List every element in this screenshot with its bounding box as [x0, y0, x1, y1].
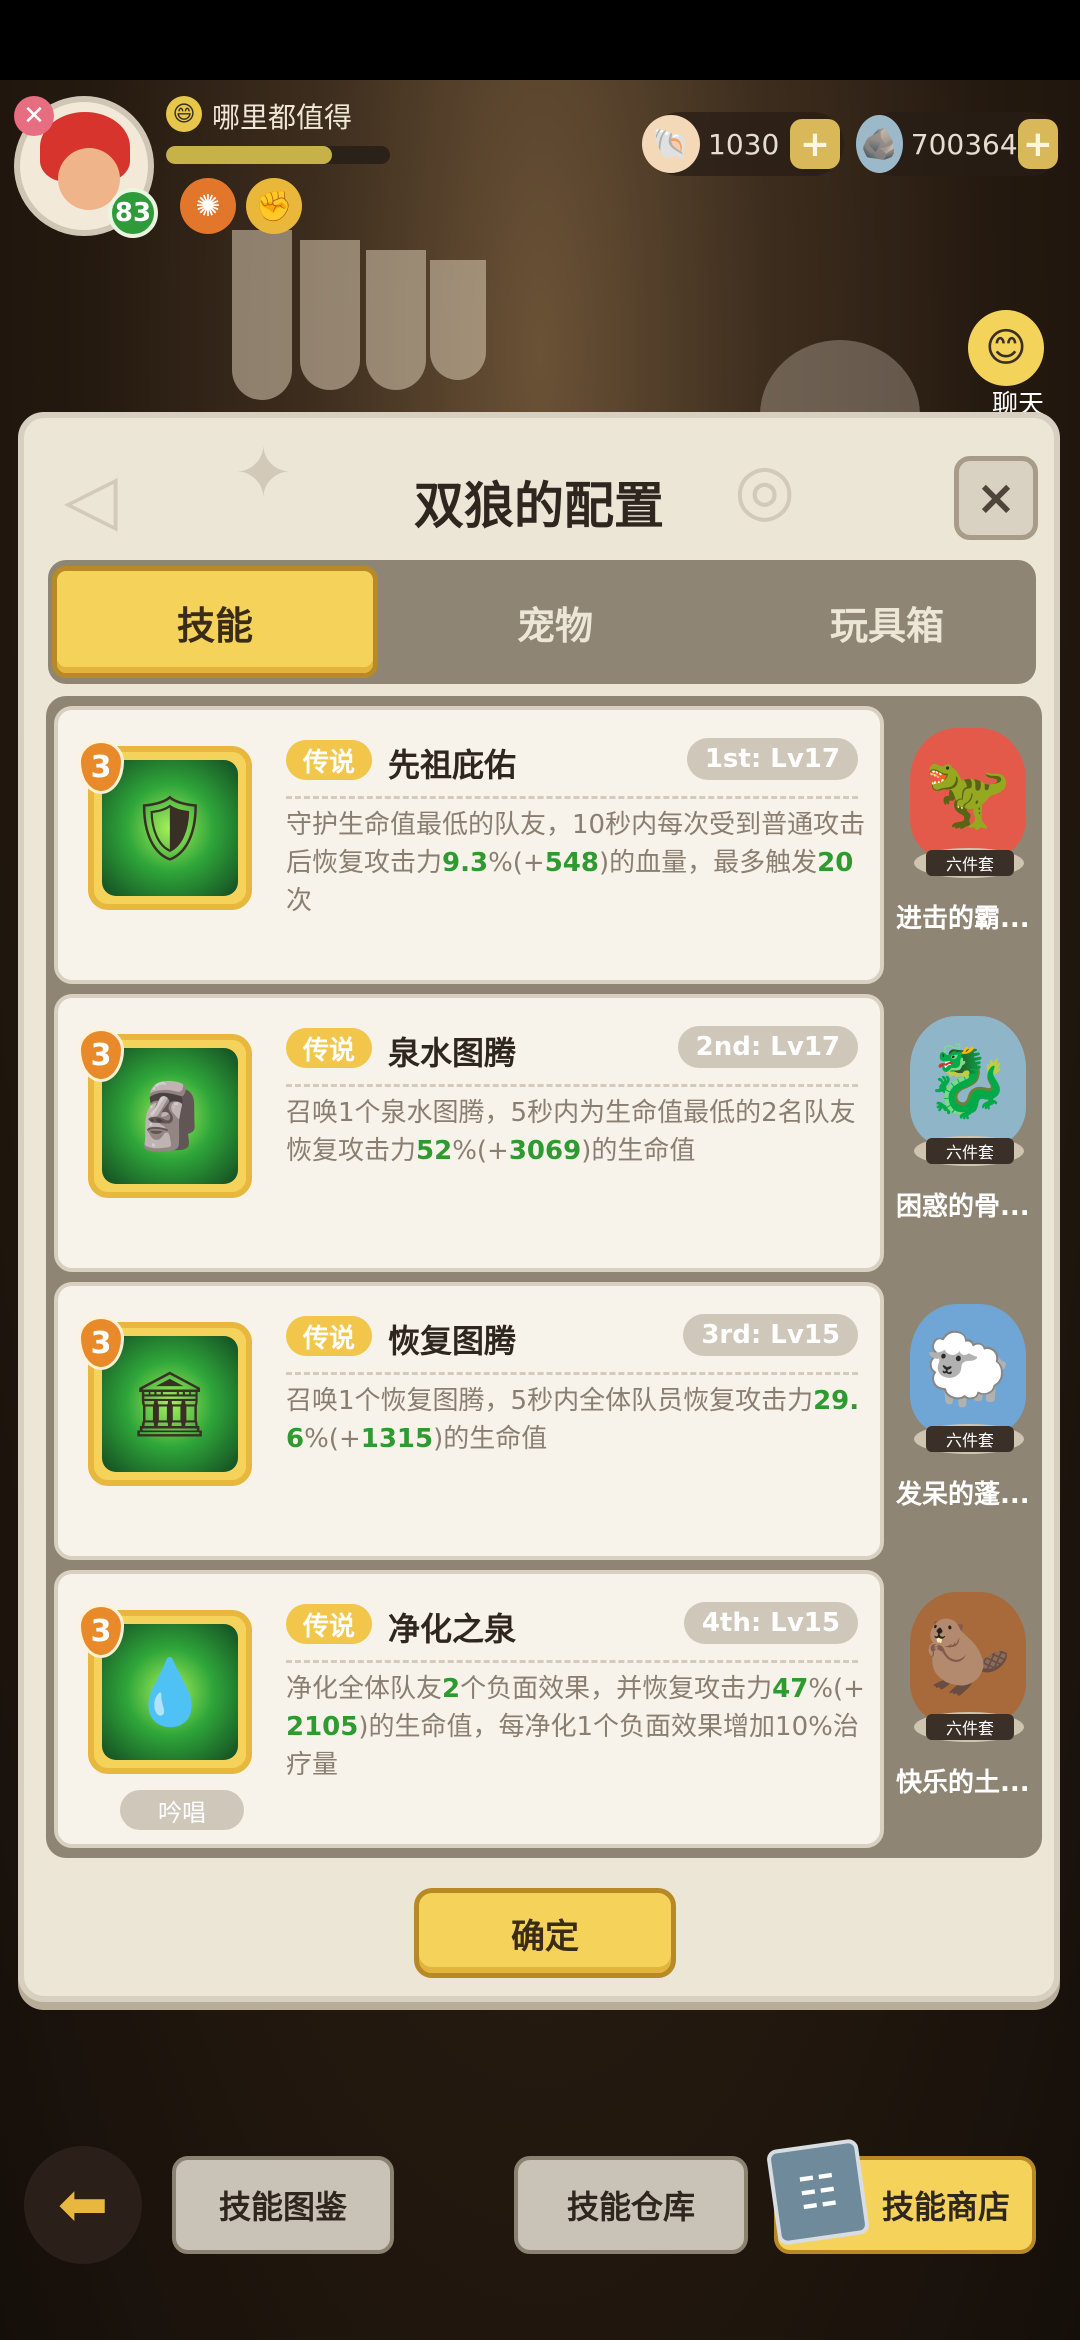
rarity-badge: 传说: [286, 1316, 372, 1356]
tab-skills[interactable]: 技能: [52, 566, 378, 678]
close-button[interactable]: ×: [954, 456, 1038, 540]
resource-shell: 🐚 1030 +: [642, 112, 844, 176]
skill-name: 先祖庇佑: [388, 746, 517, 784]
stone-count: 700364: [910, 127, 1018, 161]
emoji-icon: 😄: [166, 96, 202, 132]
tab-bar: 技能 宠物 玩具箱: [48, 560, 1036, 684]
buff-gear-icon[interactable]: ✺: [180, 178, 236, 234]
pillar-icon: 🏛: [102, 1336, 238, 1472]
rarity-badge: 传说: [286, 1028, 372, 1068]
resource-stone: 🪨 700364 +: [856, 112, 1062, 176]
skill-shop-button[interactable]: ☷ 技能商店: [765, 2138, 1036, 2254]
rarity-badge: 传说: [286, 1604, 372, 1644]
chant-badge: 吟唱: [120, 1790, 244, 1830]
skill-guide-button[interactable]: 技能图鉴: [172, 2156, 394, 2254]
shell-icon: 🐚: [642, 115, 700, 173]
back-arrow-icon[interactable]: ⬅: [24, 2146, 142, 2264]
pet-name: 发呆的蓬...: [896, 1480, 1030, 1510]
skill-description: 召唤1个恢复图腾，5秒内全体队员恢复攻击力29.6%(+1315)的生命值: [286, 1386, 860, 1454]
skill-row: 🗿 3 传说 泉水图腾 2nd: Lv17 召唤1个泉水图腾，5秒内为生命值最低…: [54, 994, 1044, 1272]
add-stone-button[interactable]: +: [1017, 119, 1058, 169]
status-bar: [0, 0, 1080, 80]
skill-shop-label: 技能商店: [881, 2188, 1010, 2226]
exp-bar-fill: [166, 146, 332, 164]
set-tag: 六件套: [926, 1714, 1014, 1740]
pet-slot[interactable]: 🐑 六件套 发呆的蓬...: [896, 1288, 1044, 1554]
totem-icon: 🗿: [102, 1048, 238, 1184]
skill-slot-level: 4th: Lv15: [683, 1602, 858, 1644]
shop-sign-icon: ☷: [765, 2138, 871, 2246]
skill-card[interactable]: 🛡 3 传说 先祖庇佑 1st: Lv17 守护生命值最低的队友，10秒内每次受…: [54, 706, 884, 984]
heart-broken-icon: ✕: [14, 96, 54, 136]
skill-slot-level: 1st: Lv17: [686, 738, 858, 780]
pet-name: 困惑的骨...: [896, 1192, 1030, 1222]
confirm-button[interactable]: 确定: [414, 1888, 676, 1978]
set-tag: 六件套: [926, 1426, 1014, 1452]
pet-name: 快乐的土...: [896, 1768, 1030, 1798]
add-shell-button[interactable]: +: [790, 119, 840, 169]
skill-description: 守护生命值最低的队友，10秒内每次受到普通攻击后恢复攻击力9.3%(+548)的…: [286, 810, 866, 916]
stone-icon: 🪨: [856, 115, 903, 173]
skill-card[interactable]: 🗿 3 传说 泉水图腾 2nd: Lv17 召唤1个泉水图腾，5秒内为生命值最低…: [54, 994, 884, 1272]
skill-description: 召唤1个泉水图腾，5秒内为生命值最低的2名队友恢复攻击力52%(+3069)的生…: [286, 1098, 856, 1166]
dino-icon: 🦖: [910, 728, 1026, 858]
skill-card[interactable]: 💧 3 吟唱 传说 净化之泉 4th: Lv15 净化全体队友2个负面效果，并恢…: [54, 1570, 884, 1848]
tab-toybox[interactable]: 玩具箱: [724, 560, 1050, 684]
skill-slot-level: 3rd: Lv15: [683, 1314, 858, 1356]
skill-row: 🛡 3 传说 先祖庇佑 1st: Lv17 守护生命值最低的队友，10秒内每次受…: [54, 706, 1044, 984]
rarity-badge: 传说: [286, 740, 372, 780]
set-tag: 六件套: [926, 850, 1014, 876]
exp-bar: [166, 146, 390, 164]
buff-fist-icon[interactable]: ✊: [246, 178, 302, 234]
chat-icon: 😊: [968, 310, 1044, 386]
mole-icon: 🦫: [910, 1592, 1026, 1722]
set-tag: 六件套: [926, 1138, 1014, 1164]
config-dialog: ◁ ✦ ◎ 双狼的配置 × 技能 宠物 玩具箱 🛡 3 传说 先祖庇佑 1st:…: [18, 412, 1060, 2002]
pet-slot[interactable]: 🦫 六件套 快乐的土...: [896, 1576, 1044, 1842]
dialog-title: 双狼的配置: [414, 477, 664, 535]
sheep-icon: 🐑: [910, 1304, 1026, 1434]
pet-name: 进击的霸...: [896, 904, 1030, 934]
skill-description: 净化全体队友2个负面效果，并恢复攻击力47%(+2105)的生命值，每净化1个负…: [286, 1674, 865, 1780]
skill-row: 🏛 3 传说 恢复图腾 3rd: Lv15 召唤1个恢复图腾，5秒内全体队员恢复…: [54, 1282, 1044, 1560]
shell-count: 1030: [708, 127, 780, 161]
water-drop-icon: 💧: [102, 1624, 238, 1760]
skill-name: 恢复图腾: [388, 1322, 517, 1360]
player-level-badge: 83: [108, 188, 158, 238]
skill-row: 💧 3 吟唱 传说 净化之泉 4th: Lv15 净化全体队友2个负面效果，并恢…: [54, 1570, 1044, 1848]
player-name: 哪里都值得: [212, 101, 353, 134]
skill-storage-button[interactable]: 技能仓库: [514, 2156, 748, 2254]
dragon-icon: 🐉: [910, 1016, 1026, 1146]
skill-name: 净化之泉: [388, 1610, 517, 1648]
shield-icon: 🛡: [102, 760, 238, 896]
tab-pets[interactable]: 宠物: [392, 560, 718, 684]
player-avatar[interactable]: ✕ 83: [14, 96, 158, 238]
pet-slot[interactable]: 🐉 六件套 困惑的骨...: [896, 1000, 1044, 1266]
skill-name: 泉水图腾: [388, 1034, 517, 1072]
pet-slot[interactable]: 🦖 六件套 进击的霸...: [896, 712, 1044, 978]
skill-slot-level: 2nd: Lv17: [677, 1026, 858, 1068]
chat-button[interactable]: 😊 聊天: [968, 310, 1078, 420]
skill-card[interactable]: 🏛 3 传说 恢复图腾 3rd: Lv15 召唤1个恢复图腾，5秒内全体队员恢复…: [54, 1282, 884, 1560]
